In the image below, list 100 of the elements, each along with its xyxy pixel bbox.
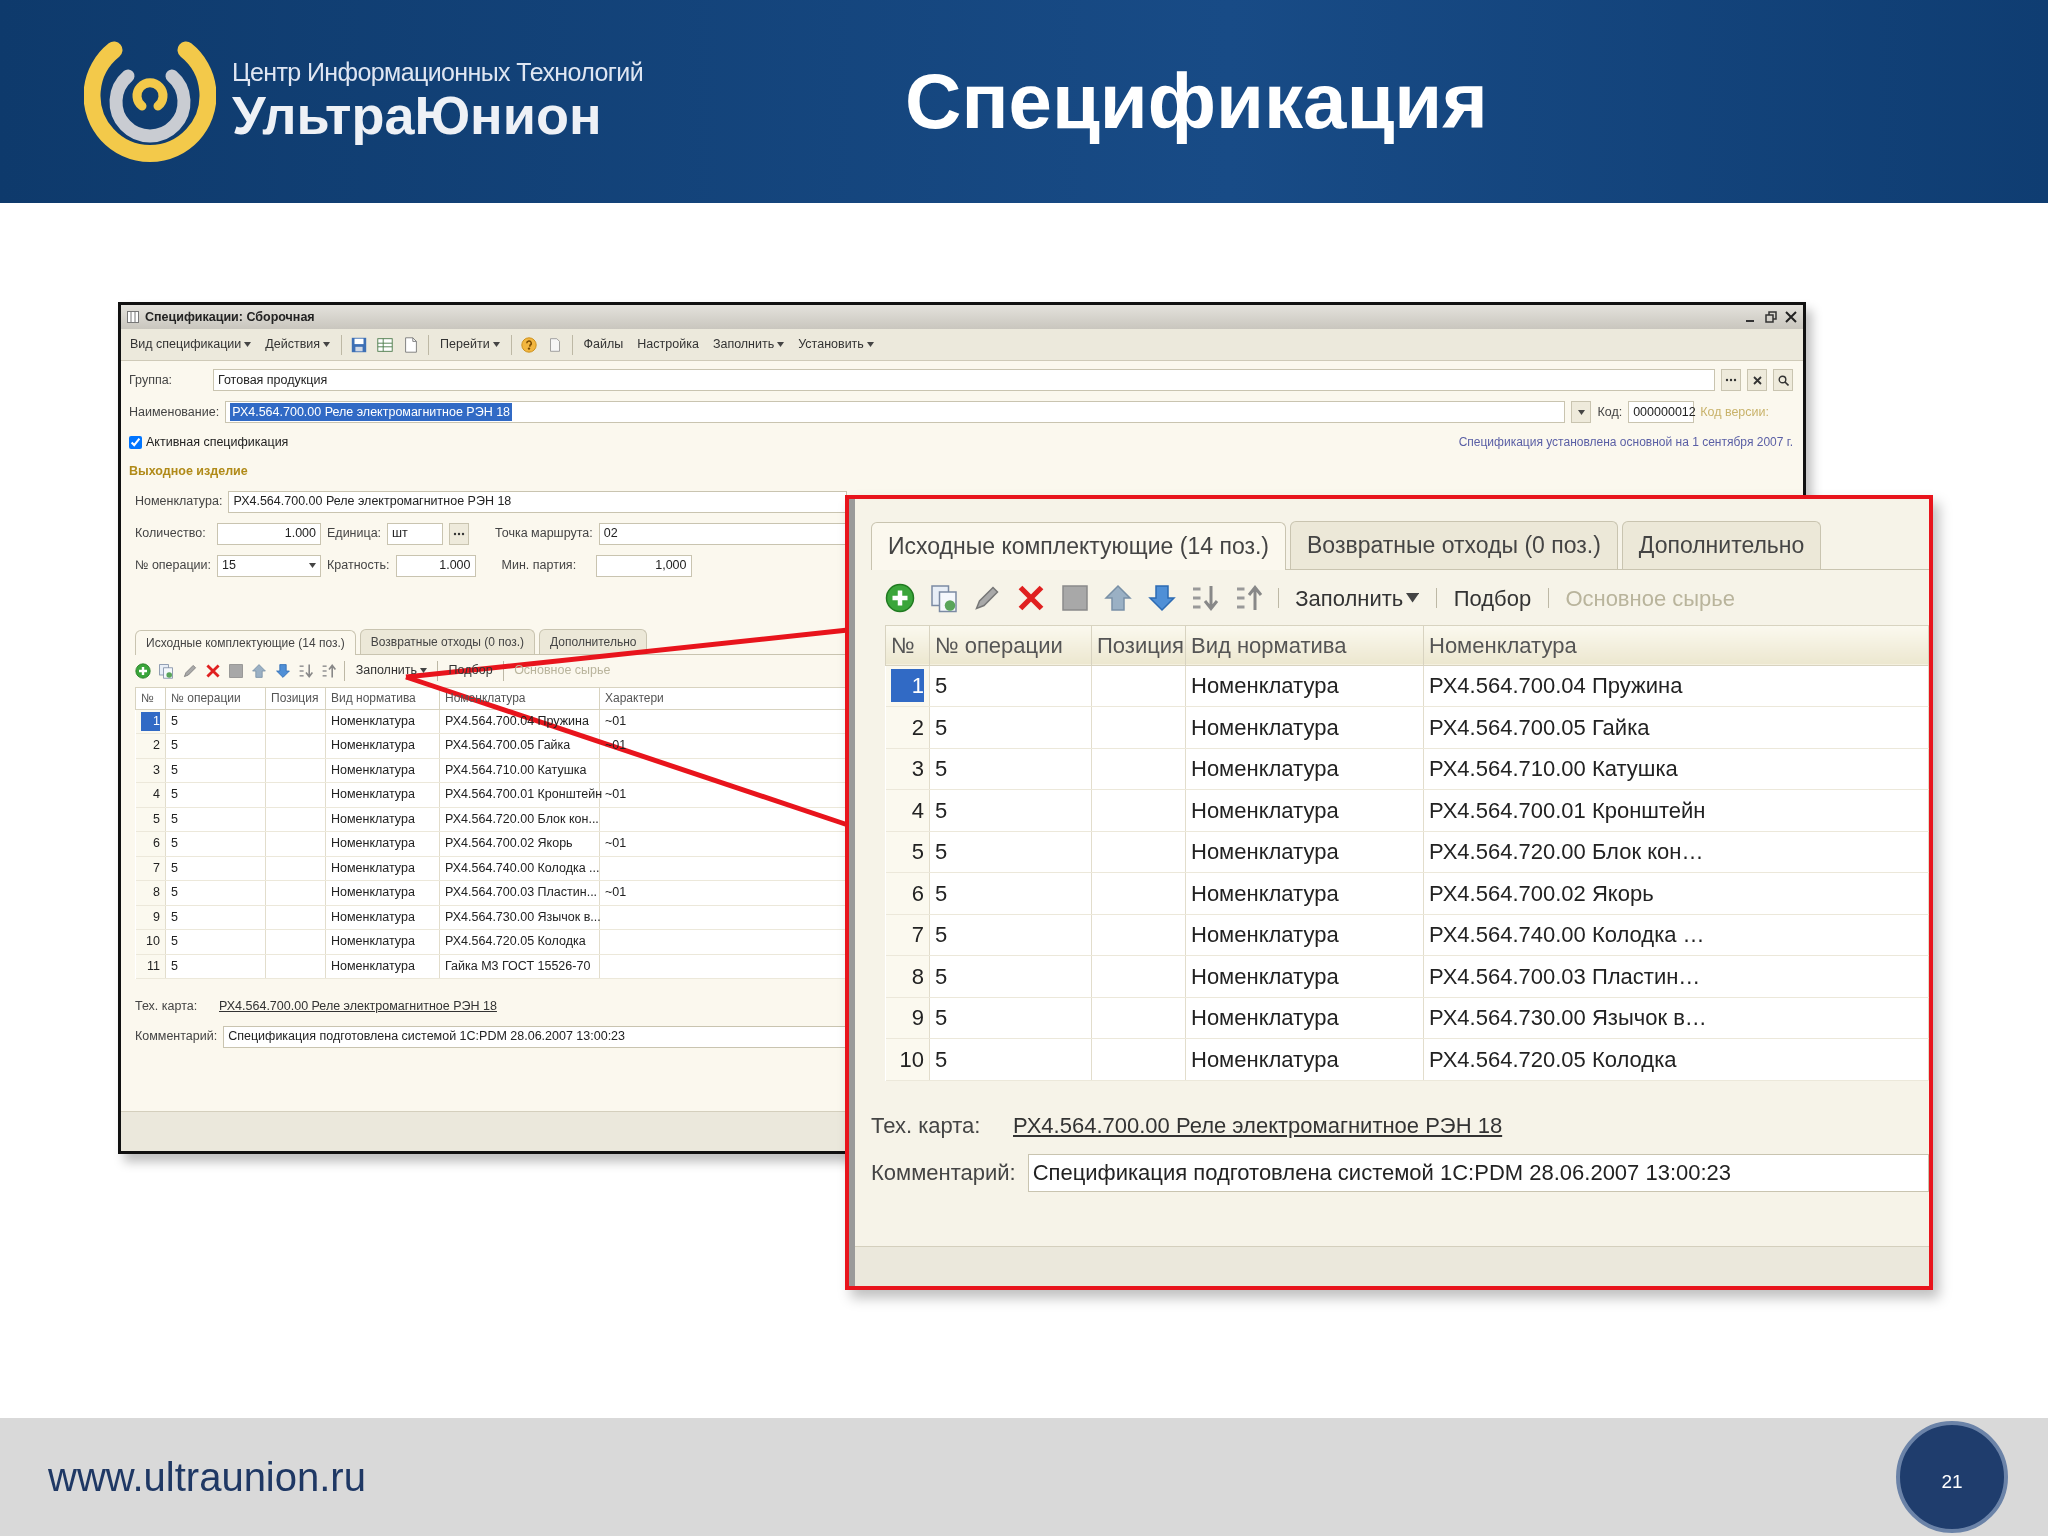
input-field[interactable]: 1.000: [217, 522, 321, 545]
save-icon[interactable]: [350, 335, 369, 354]
column-header[interactable]: Позиция: [1091, 625, 1186, 665]
toolbar-button[interactable]: Настройка: [634, 335, 702, 354]
column-header[interactable]: Вид норматива: [325, 687, 440, 709]
row-number[interactable]: 2: [153, 738, 160, 753]
tab[interactable]: Дополнительно: [539, 628, 648, 654]
input-field[interactable]: РХ4.564.700.00 Реле электромагнитное РЭН 18: [225, 401, 1566, 423]
tech-card-link[interactable]: РХ4.564.700.00 Реле электромагнитное РЭН 18: [1013, 1108, 1503, 1142]
clear-button[interactable]: [1747, 369, 1767, 391]
table-cell: 5: [929, 748, 1092, 790]
down-arrow-icon[interactable]: [1146, 583, 1177, 613]
table-cell: Номенклатура: [1185, 748, 1424, 790]
search-button[interactable]: [1773, 369, 1793, 391]
menu-button[interactable]: Перейти: [437, 335, 503, 354]
row-number[interactable]: 1: [890, 669, 924, 703]
row-number[interactable]: 2: [911, 714, 924, 740]
help-icon[interactable]: [519, 335, 538, 354]
tab[interactable]: Дополнительно: [1621, 521, 1822, 569]
row-number[interactable]: 5: [911, 839, 924, 865]
up-arrow-icon[interactable]: [251, 662, 268, 679]
row-number[interactable]: 7: [153, 860, 160, 875]
tab[interactable]: Исходные комплектующие (14 поз.): [871, 522, 1287, 570]
tab[interactable]: Исходные комплектующие (14 поз.): [135, 629, 356, 655]
select-button[interactable]: [449, 522, 470, 545]
menu-button[interactable]: Заполнить: [1292, 581, 1423, 615]
input-field[interactable]: Спецификация подготовлена системой 1С:PDM 28.06.2007 13:00:23: [1027, 1153, 1929, 1192]
row-number[interactable]: 8: [153, 885, 160, 900]
dropdown-field[interactable]: 15: [217, 554, 322, 577]
row-number[interactable]: 9: [153, 909, 160, 924]
menu-button[interactable]: Вид спецификации: [127, 335, 255, 354]
caret-icon: [866, 342, 874, 347]
row-number[interactable]: 3: [153, 762, 160, 777]
down-arrow-icon[interactable]: [274, 662, 291, 679]
row-number[interactable]: 6: [153, 836, 160, 851]
input-field[interactable]: 000000012: [1628, 401, 1695, 423]
pencil-icon[interactable]: [181, 662, 198, 679]
tab[interactable]: Возвратные отходы (0 поз.): [1290, 521, 1618, 569]
column-header[interactable]: Вид норматива: [1185, 625, 1424, 665]
row-number[interactable]: 6: [911, 880, 924, 906]
input-field[interactable]: РХ4.564.700.00 Реле электромагнитное РЭН 18: [228, 490, 847, 513]
toolbar-button[interactable]: Подбор: [1450, 581, 1535, 615]
row-number[interactable]: 8: [911, 963, 924, 989]
field-value: 15: [222, 557, 236, 575]
column-header[interactable]: №: [885, 625, 930, 665]
table-cell: 5: [929, 1038, 1092, 1080]
copy-icon[interactable]: [158, 662, 175, 679]
sort-ascending-icon[interactable]: [297, 662, 314, 679]
window-title: Спецификации: Сборочная: [145, 308, 315, 326]
sort-descending-icon[interactable]: [1234, 583, 1264, 613]
company-tagline: Центр Информационных Технологий: [232, 59, 644, 87]
column-header[interactable]: №: [135, 687, 166, 709]
table-cell: 5: [165, 782, 266, 807]
square-icon[interactable]: [1059, 583, 1090, 613]
row-number[interactable]: 4: [153, 787, 160, 802]
input-field[interactable]: Готовая продукция: [213, 369, 1715, 391]
column-header[interactable]: Номенклатура: [1423, 625, 1929, 665]
row-number[interactable]: 5: [153, 811, 160, 826]
column-header[interactable]: № операции: [929, 625, 1092, 665]
copy-icon[interactable]: [928, 583, 959, 613]
input-field[interactable]: 1.000: [395, 554, 476, 577]
dropdown-button[interactable]: [1571, 401, 1592, 423]
field-label: № операции:: [135, 557, 212, 575]
tab[interactable]: Возвратные отходы (0 поз.): [359, 628, 536, 654]
row-number[interactable]: 9: [911, 1005, 924, 1031]
row-number[interactable]: 3: [911, 756, 924, 782]
checkbox[interactable]: [129, 435, 142, 449]
menu-button[interactable]: Заполнить: [352, 661, 431, 680]
sort-descending-icon[interactable]: [321, 662, 338, 679]
delete-icon[interactable]: [204, 662, 221, 679]
tech-card-link[interactable]: РХ4.564.700.00 Реле электромагнитное РЭН 18: [219, 997, 497, 1016]
square-icon[interactable]: [228, 662, 245, 679]
add-icon[interactable]: [885, 583, 915, 613]
input-field[interactable]: 02: [598, 522, 847, 545]
column-header[interactable]: Позиция: [265, 687, 326, 709]
field-label: Точка маршрута:: [495, 525, 593, 543]
toolbar-button[interactable]: Файлы: [580, 335, 627, 354]
caret-icon: [1577, 409, 1585, 415]
menu-button[interactable]: Действия: [262, 335, 334, 354]
close-icon[interactable]: [1785, 311, 1797, 323]
menu-button[interactable]: Установить: [795, 335, 877, 354]
column-header[interactable]: Характери: [599, 687, 847, 709]
row-number[interactable]: 4: [911, 797, 924, 823]
field-label: Тех. карта:: [871, 1111, 982, 1140]
row-number[interactable]: 7: [911, 922, 924, 948]
row-number[interactable]: 1: [140, 711, 160, 731]
window-icon: [127, 311, 139, 323]
menu-button[interactable]: Заполнить: [709, 335, 788, 354]
table-cell: 5: [929, 872, 1092, 914]
table-cell: РХ4.564.700.05 Гайка: [1423, 706, 1929, 748]
table-icon[interactable]: [376, 335, 395, 354]
input-field[interactable]: 1,000: [595, 554, 692, 577]
up-arrow-icon[interactable]: [1103, 583, 1134, 613]
select-button[interactable]: [1721, 369, 1741, 391]
sort-ascending-icon[interactable]: [1190, 583, 1221, 613]
input-field[interactable]: Спецификация подготовлена системой 1С:PDM 28.06.2007 13:00:23: [223, 1025, 847, 1048]
input-field[interactable]: шт: [387, 522, 444, 545]
column-header[interactable]: № операции: [165, 687, 266, 709]
add-icon[interactable]: [135, 662, 151, 679]
restore-icon[interactable]: [1765, 311, 1777, 323]
